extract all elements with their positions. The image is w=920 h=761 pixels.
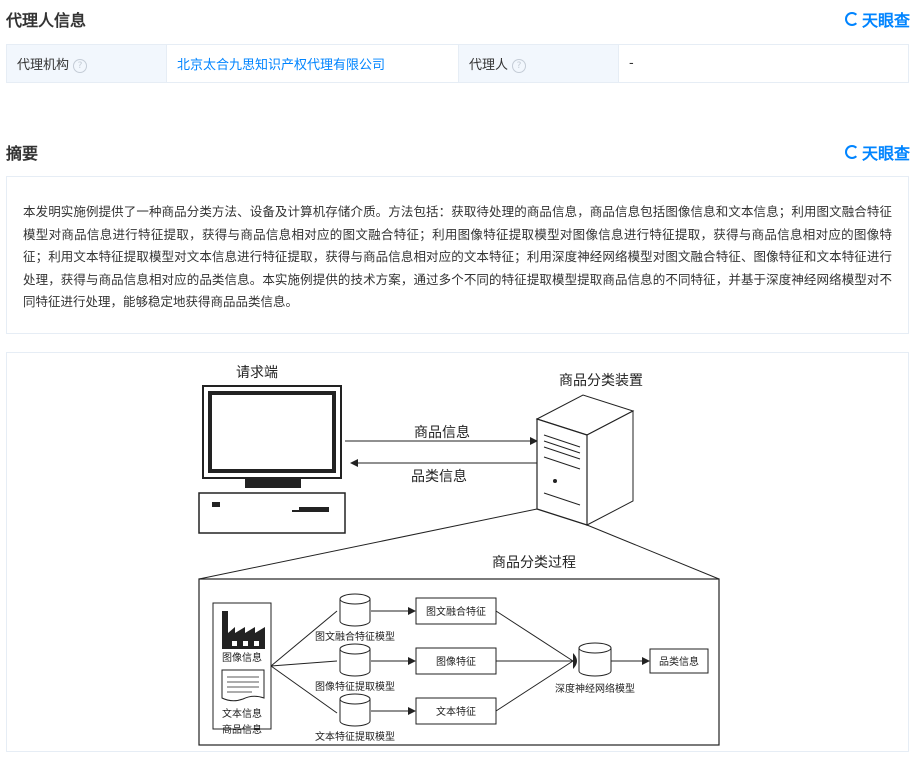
server-label: 商品分类装置: [559, 373, 643, 389]
agent-label: 代理人: [469, 58, 509, 73]
agent-info-table: 代理机构? 北京太合九思知识产权代理有限公司 代理人? -: [6, 44, 909, 83]
tianyancha-logo[interactable]: 天眼查: [844, 7, 910, 31]
model-fusion-label: 图文融合特征模型: [315, 630, 395, 643]
model-image-label: 图像特征提取模型: [315, 680, 395, 693]
cylinder-icon: [339, 643, 371, 677]
feature-image-label: 图像特征: [436, 656, 476, 668]
document-icon: [221, 669, 265, 702]
abstract-section-header: 摘要 天眼查: [6, 140, 910, 164]
brand-name: 天眼查: [861, 11, 910, 30]
agent-value: -: [629, 56, 634, 71]
feature-text-label: 文本特征: [436, 705, 476, 718]
section-title: 摘要: [6, 144, 39, 163]
client-label: 请求端: [236, 365, 278, 381]
brand-name: 天眼查: [861, 144, 910, 163]
patent-diagram: 请求端 商品信息 品类信息 商品分类装置 商品分类过程 图像信息 文本信息 商品…: [198, 365, 720, 746]
table-row: 代理机构? 北京太合九思知识产权代理有限公司 代理人? -: [6, 44, 909, 83]
agency-link[interactable]: 北京太合九思知识产权代理有限公司: [177, 58, 385, 73]
agency-label: 代理机构: [17, 58, 70, 73]
agency-label-cell: 代理机构?: [6, 44, 167, 83]
category-info-label: 品类信息: [659, 655, 699, 668]
patent-figure[interactable]: 请求端 商品信息 品类信息 商品分类装置 商品分类过程 图像信息 文本信息 商品…: [6, 352, 909, 752]
dnn-cylinder-icon: [578, 642, 612, 677]
tianyancha-logo[interactable]: 天眼查: [844, 140, 910, 164]
cylinder-icon: [339, 693, 371, 727]
computer-icon: [198, 385, 346, 534]
product-info-label: 商品信息: [222, 723, 262, 736]
process-title: 商品分类过程: [492, 555, 576, 571]
agent-label-cell: 代理人?: [458, 44, 619, 83]
brand-circle-icon: [844, 12, 859, 26]
agent-section-header: 代理人信息 天眼查: [6, 7, 910, 31]
agency-value-cell: 北京太合九思知识产权代理有限公司: [166, 44, 459, 83]
section-title: 代理人信息: [6, 11, 87, 30]
image-info-label: 图像信息: [222, 651, 262, 664]
help-icon[interactable]: ?: [73, 58, 88, 73]
abstract-text: 本发明实施例提供了一种商品分类方法、设备及计算机存储介质。方法包括：获取待处理的…: [6, 176, 909, 334]
agent-value-cell: -: [618, 44, 909, 83]
text-info-label: 文本信息: [222, 707, 262, 720]
cylinder-icon: [339, 593, 371, 627]
brand-circle-icon: [844, 145, 859, 159]
server-icon: [535, 394, 635, 526]
feature-fusion-label: 图文融合特征: [426, 605, 486, 618]
arrow-to-server-label: 商品信息: [414, 424, 470, 441]
model-text-label: 文本特征提取模型: [315, 730, 395, 743]
help-icon[interactable]: ?: [512, 58, 527, 73]
dnn-label: 深度神经网络模型: [555, 682, 635, 695]
arrow-to-client-label: 品类信息: [411, 468, 467, 485]
